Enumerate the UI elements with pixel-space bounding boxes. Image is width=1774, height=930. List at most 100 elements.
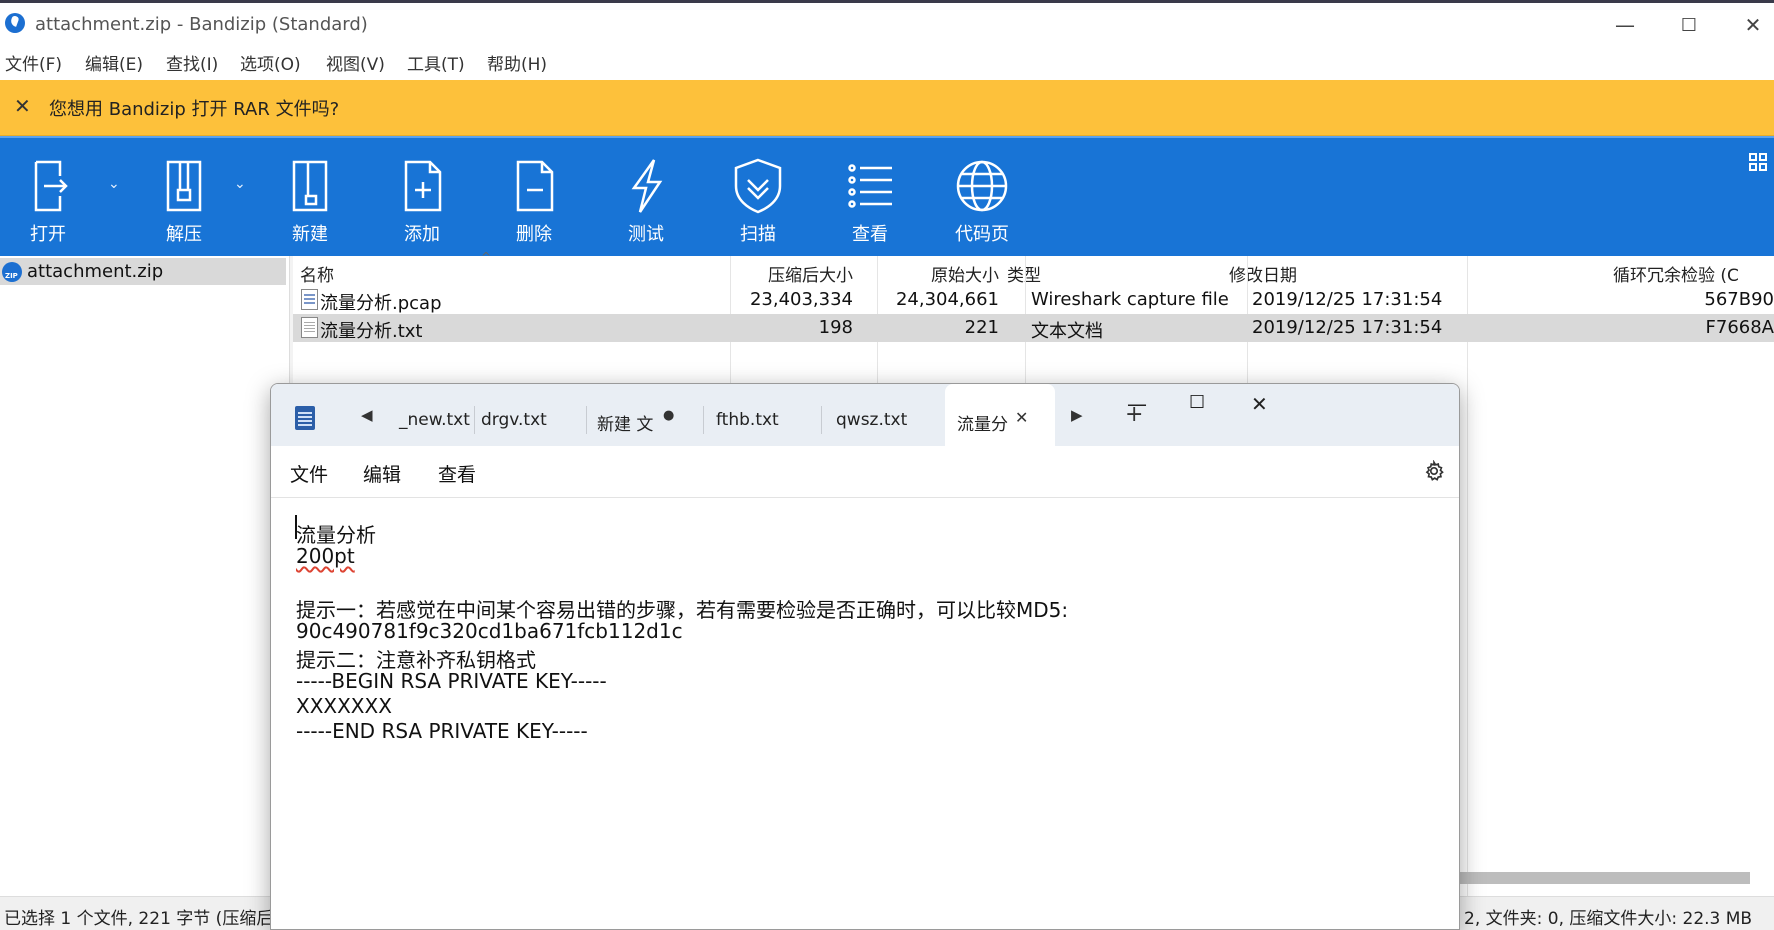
column-header-name[interactable]: 名称 — [300, 256, 334, 286]
delete-file-icon — [516, 160, 554, 212]
column-header-crc[interactable]: 循环冗余检验 (C — [1613, 256, 1739, 286]
open-button[interactable]: 打开 — [0, 156, 96, 252]
gear-icon[interactable] — [1423, 460, 1445, 482]
text-file-icon — [301, 317, 318, 338]
tab-divider — [703, 406, 704, 434]
notepad-menu-bar: 文件 编辑 查看 — [271, 446, 1459, 498]
notepad-app-icon — [295, 406, 315, 430]
extract-dropdown-chevron-icon[interactable]: ⌄ — [234, 176, 246, 192]
maximize-button[interactable]: ☐ — [1664, 9, 1714, 41]
shield-icon — [734, 158, 782, 214]
open-label: 打开 — [30, 224, 66, 245]
codepage-button[interactable]: 代码页 — [934, 156, 1030, 252]
view-button[interactable]: 查看 — [822, 156, 918, 252]
close-button[interactable]: ✕ — [1728, 9, 1774, 41]
menu-edit[interactable]: 编辑(E) — [85, 50, 143, 75]
extract-button[interactable]: 解压 — [136, 156, 232, 252]
menu-find[interactable]: 查找(I) — [166, 50, 218, 75]
tab-fthb-txt[interactable]: fthb.txt — [716, 384, 811, 446]
lightning-icon — [631, 159, 663, 213]
tab-label: drgv.txt — [481, 410, 547, 430]
tab-label: qwsz.txt — [836, 410, 908, 430]
modified-date: 2019/12/25 17:31:54 — [1252, 317, 1443, 338]
text-line: 200pt — [296, 544, 355, 568]
rar-association-notice: ✕ 您想用 Bandizip 打开 RAR 文件吗? — [0, 80, 1774, 136]
extract-icon — [166, 160, 202, 212]
title-bar: attachment.zip - Bandizip (Standard) — ☐… — [0, 0, 1774, 42]
notepad-tab-bar: ◀ _new.txt drgv.txt 新建 文 ● fthb.txt qwsz… — [271, 384, 1459, 446]
tab-drgv-txt[interactable]: drgv.txt — [481, 384, 576, 446]
notepad-menu-view[interactable]: 查看 — [438, 460, 476, 487]
tab-label: 流量分 — [957, 415, 1008, 435]
unsaved-dot-icon: ● — [663, 408, 675, 423]
status-selection: 已选择 1 个文件, 221 字节 (压缩后 — [4, 909, 274, 929]
minimize-button[interactable]: — — [1600, 9, 1650, 41]
scroll-tabs-right-icon[interactable]: ▶ — [1071, 406, 1083, 424]
notepad-menu-edit[interactable]: 编辑 — [363, 460, 401, 487]
crc-value: F7668A — [1705, 317, 1774, 338]
menu-options[interactable]: 选项(O) — [240, 50, 301, 75]
tab-divider — [474, 406, 475, 434]
text-line: -----END RSA PRIVATE KEY----- — [296, 719, 588, 743]
menu-bar: 文件(F) 编辑(E) 查找(I) 选项(O) 视图(V) 工具(T) 帮助(H… — [0, 42, 1774, 80]
zip-archive-icon: ZIP — [2, 262, 22, 282]
column-header-modified[interactable]: 修改日期 — [1229, 256, 1297, 286]
text-line: XXXXXXX — [296, 694, 392, 718]
column-header-packed[interactable]: 压缩后大小 — [713, 256, 853, 286]
column-divider[interactable] — [1467, 256, 1468, 896]
text-editor[interactable]: 流量分析 200pt 提示一：若感觉在中间某个容易出错的步骤，若有需要检验是否正… — [271, 499, 1459, 929]
column-header-size[interactable]: 原始大小 — [859, 256, 999, 286]
bandizip-app-icon — [5, 13, 25, 33]
notepad-menu-file[interactable]: 文件 — [290, 460, 328, 487]
tab-qwsz-txt[interactable]: qwsz.txt — [836, 384, 931, 446]
tab-label: fthb.txt — [716, 410, 779, 430]
layout-grid-icon[interactable] — [1748, 152, 1768, 172]
tab-label: 新建 文 — [597, 415, 654, 435]
view-label: 查看 — [852, 224, 888, 245]
original-size: 24,304,661 — [895, 289, 999, 310]
packed-size: 198 — [818, 317, 853, 338]
folder-tree: ZIP attachment.zip — [0, 256, 290, 896]
tree-item-archive[interactable]: ZIP attachment.zip — [0, 258, 286, 285]
add-button[interactable]: 添加 — [374, 156, 470, 252]
original-size: 221 — [964, 317, 999, 338]
notepad-maximize-button[interactable]: ☐ — [1189, 392, 1205, 413]
file-name: 流量分析.txt — [320, 321, 423, 342]
text-line: 90c490781f9c320cd1ba671fcb112d1c — [296, 619, 683, 643]
notice-text[interactable]: 您想用 Bandizip 打开 RAR 文件吗? — [49, 95, 339, 121]
column-header-type[interactable]: 类型 — [1007, 256, 1041, 286]
crc-value: 567B90 — [1704, 289, 1774, 310]
file-type: 文本文档 — [1031, 321, 1103, 342]
tree-item-label: attachment.zip — [27, 261, 164, 282]
delete-button[interactable]: 删除 — [486, 156, 582, 252]
menu-file[interactable]: 文件(F) — [5, 50, 62, 75]
open-dropdown-chevron-icon[interactable]: ⌄ — [108, 176, 120, 192]
scan-button[interactable]: 扫描 — [710, 156, 806, 252]
tab-close-icon[interactable]: ✕ — [1015, 408, 1028, 427]
status-archive-info: 2, 文件夹: 0, 压缩文件大小: 22.3 MB — [1464, 909, 1753, 929]
table-row[interactable]: 流量分析.txt 198 221 文本文档 2019/12/25 17:31:5… — [293, 314, 1774, 342]
text-line: -----BEGIN RSA PRIVATE KEY----- — [296, 669, 607, 693]
menu-view[interactable]: 视图(V) — [326, 50, 385, 75]
modified-date: 2019/12/25 17:31:54 — [1252, 289, 1443, 310]
add-file-icon — [404, 160, 442, 212]
tab-label: _new.txt — [399, 410, 470, 430]
globe-icon — [956, 160, 1008, 212]
tab-new-txt[interactable]: _new.txt — [399, 384, 470, 446]
tab-divider — [821, 406, 822, 434]
extract-label: 解压 — [166, 224, 202, 245]
new-archive-icon — [292, 160, 328, 212]
tab-new-doc[interactable]: 新建 文 ● — [597, 384, 697, 446]
notepad-window: ◀ _new.txt drgv.txt 新建 文 ● fthb.txt qwsz… — [270, 383, 1460, 930]
menu-help[interactable]: 帮助(H) — [487, 50, 547, 75]
table-row[interactable]: 流量分析.pcap 23,403,334 24,304,661 Wireshar… — [293, 286, 1774, 314]
notepad-close-button[interactable]: ✕ — [1251, 392, 1268, 416]
notice-close-icon[interactable]: ✕ — [14, 94, 31, 118]
scroll-tabs-left-icon[interactable]: ◀ — [361, 406, 373, 424]
new-archive-button[interactable]: 新建 — [262, 156, 358, 252]
menu-tools[interactable]: 工具(T) — [407, 50, 465, 75]
notepad-minimize-button[interactable]: — — [1127, 392, 1147, 416]
tab-divider — [586, 406, 587, 434]
tab-traffic-analysis-txt[interactable]: 流量分 ✕ — [945, 384, 1055, 446]
test-button[interactable]: 测试 — [598, 156, 694, 252]
